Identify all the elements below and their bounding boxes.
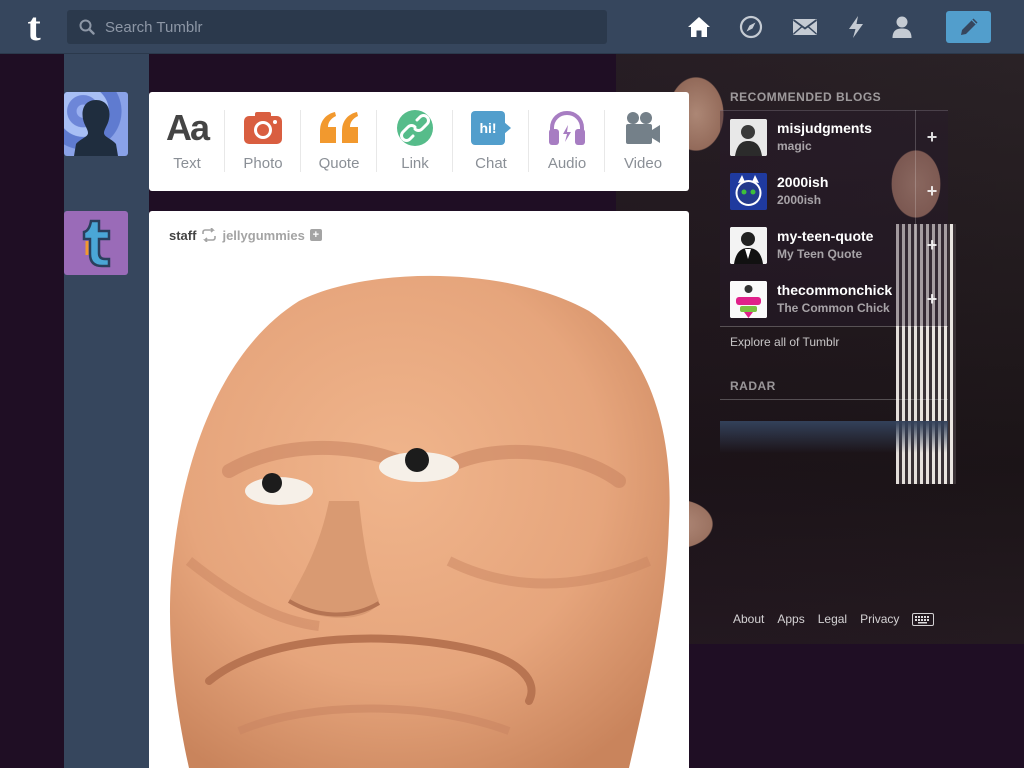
explore-all-link[interactable]: Explore all of Tumblr [730,335,839,349]
recommended-blogs-title: RECOMMENDED BLOGS [730,90,882,104]
recommended-blog-item[interactable]: thecommonchick The Common Chick + [720,272,948,326]
blog-title: magic [777,139,812,153]
post-type-text[interactable]: Aa Text [149,92,225,191]
follow-plus-icon[interactable]: + [309,229,322,241]
explore-compass-icon[interactable] [738,14,764,40]
post-type-video[interactable]: Video [605,92,681,191]
sidebar-footer: About Apps Legal Privacy [733,612,935,626]
blog-avatar[interactable] [730,173,767,210]
post-type-label: Chat [475,155,507,172]
post-type-label: Text [173,155,201,172]
blog-title: 2000ish [777,193,822,207]
dashboard-post: staff jellygummies + [149,211,689,768]
link-icon [377,110,453,146]
post-header: staff jellygummies + [169,227,322,243]
blog-name: misjudgments [777,120,872,136]
post-type-label: Quote [318,155,360,172]
inbox-mail-icon[interactable] [792,14,818,40]
radar-title: RADAR [730,379,776,393]
top-navigation-bar: t [0,0,1024,54]
text-icon: Aa [165,107,210,148]
headphones-icon [529,110,605,146]
post-author-link[interactable]: staff [169,228,196,243]
silhouette-icon [74,100,118,156]
my-avatar[interactable] [64,92,128,156]
post-type-chat[interactable]: hi! Chat [453,92,529,191]
recommended-blog-item[interactable]: 2000ish 2000ish + [720,164,948,218]
compose-post-button[interactable] [946,11,991,43]
footer-link-legal[interactable]: Legal [818,612,847,626]
blog-title: The Common Chick [777,301,890,315]
post-photo-clay-face[interactable] [149,261,689,768]
divider [720,326,948,327]
footer-link-apps[interactable]: Apps [777,612,804,626]
chat-icon: hi! [453,110,529,146]
post-type-bar: Aa Text Photo Quote Link hi! Chat Audio … [149,92,689,191]
post-type-label: Link [401,155,429,172]
blog-avatar[interactable] [730,119,767,156]
reblogged-from-link[interactable]: jellygummies [222,228,304,243]
home-icon[interactable] [686,14,712,40]
blog-avatar[interactable] [730,227,767,264]
tumblr-logo[interactable]: t [18,7,50,47]
camera-icon [225,110,301,146]
post-type-label: Photo [243,155,283,172]
footer-link-about[interactable]: About [733,612,764,626]
quote-icon [301,110,377,146]
follow-plus-icon[interactable]: + [915,218,948,272]
follow-plus-icon[interactable]: + [915,272,948,326]
left-rail [64,54,149,768]
staff-avatar[interactable] [64,211,128,275]
post-type-photo[interactable]: Photo [225,92,301,191]
blog-name: 2000ish [777,174,829,190]
post-type-link[interactable]: Link [377,92,453,191]
keyboard-icon[interactable] [912,612,935,626]
recommended-blog-item[interactable]: my-teen-quote My Teen Quote + [720,218,948,272]
activity-lightning-icon[interactable] [843,14,869,40]
blog-name: thecommonchick [777,282,893,298]
recommended-blog-item[interactable]: misjudgments magic + [720,110,948,164]
post-type-quote[interactable]: Quote [301,92,377,191]
radar-post-preview[interactable] [720,421,948,453]
follow-plus-icon[interactable]: + [915,110,948,164]
pencil-icon [960,18,977,35]
reblog-icon [202,228,217,242]
footer-link-privacy[interactable]: Privacy [860,612,899,626]
search-input[interactable] [105,10,595,44]
video-camera-icon [605,110,681,146]
post-type-label: Audio [547,155,587,172]
follow-plus-icon[interactable]: + [915,164,948,218]
account-person-icon[interactable] [889,14,915,40]
blog-name: my-teen-quote [777,228,874,244]
blog-avatar[interactable] [730,281,767,318]
divider [720,399,948,400]
blog-title: My Teen Quote [777,247,863,261]
post-type-label: Video [623,155,663,172]
search-box[interactable] [67,10,607,44]
tumblr-t-logo-icon [82,219,111,268]
post-type-audio[interactable]: Audio [529,92,605,191]
search-icon [79,19,95,35]
